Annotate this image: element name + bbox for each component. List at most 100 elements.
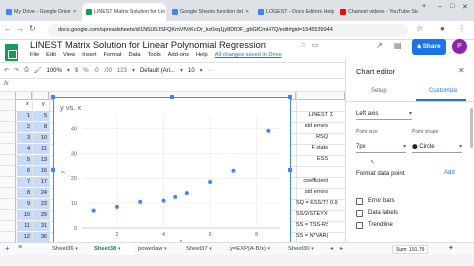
tab-customize[interactable]: Customize	[429, 88, 457, 94]
row-header[interactable]	[0, 232, 16, 242]
comments-icon[interactable]: ▤	[394, 41, 402, 50]
table-cell[interactable]: 8	[17, 188, 32, 198]
tab-setup[interactable]: Setup	[371, 88, 387, 94]
saved-status-link[interactable]: All changes saved in Drive	[215, 52, 282, 58]
row-header[interactable]	[0, 188, 16, 199]
all-sheets-icon[interactable]: ≡	[18, 244, 22, 251]
table-cell[interactable]: 8	[33, 122, 49, 132]
browser-tab-active[interactable]: LINEST Matrix Solution for Lin ✕	[82, 3, 166, 21]
table-cell[interactable]: Σ	[330, 110, 333, 121]
forward-icon[interactable]: →	[16, 24, 24, 33]
table-cell[interactable]: 1	[17, 111, 32, 121]
activity-icon[interactable]: ↗	[376, 41, 383, 50]
column-header[interactable]	[16, 92, 32, 100]
data-labels-checkbox[interactable]	[356, 210, 363, 217]
scroll-left-icon[interactable]: ◂	[330, 245, 333, 252]
undo-icon[interactable]: ↶	[4, 67, 9, 74]
resize-handle[interactable]	[51, 95, 55, 99]
percent-button[interactable]: %	[83, 68, 88, 74]
browser-tab[interactable]: LOGEST - Docs Editors Help ✕	[254, 3, 334, 21]
point-size-select[interactable]: 7px ▾	[356, 141, 406, 153]
resize-handle[interactable]	[170, 95, 174, 99]
browser-tab[interactable]: My Drive - Google Drive ✕	[2, 3, 80, 21]
table-cell[interactable]: RSQ	[296, 132, 328, 143]
back-icon[interactable]: ←	[4, 24, 12, 33]
document-title[interactable]: LINEST Matrix Solution for Linear Polyno…	[30, 40, 266, 50]
table-cell[interactable]: 4	[17, 144, 32, 154]
column-label-y[interactable]: y	[42, 101, 45, 107]
extension-icon[interactable]: ●	[440, 24, 445, 33]
table-cell[interactable]: 29	[33, 210, 49, 220]
table-cell[interactable]: 23	[33, 199, 49, 209]
table-cell[interactable]: 12	[17, 232, 32, 242]
column-header[interactable]	[296, 92, 345, 100]
maximize-icon[interactable]: □	[450, 3, 454, 10]
folder-icon[interactable]: ▭	[312, 41, 319, 49]
table-cell[interactable]: SS/2/STEYX^2	[296, 209, 328, 220]
scroll-right-icon[interactable]: ▸	[340, 245, 343, 252]
scatter-chart[interactable]: y vs. x 0102030402468yx	[51, 95, 292, 244]
row-header[interactable]	[0, 210, 16, 221]
column-label-x[interactable]: x	[26, 101, 29, 107]
table-cell[interactable]: 9	[17, 199, 32, 209]
menu-data[interactable]: Data	[128, 52, 140, 58]
table-cell[interactable]: ESS	[296, 154, 328, 165]
table-cell[interactable]: 7	[17, 177, 32, 187]
table-cell[interactable]: 31	[33, 221, 49, 231]
table-cell[interactable]: std errors	[296, 121, 328, 132]
minimize-icon[interactable]: –	[438, 3, 442, 10]
row-header[interactable]	[0, 111, 16, 122]
row-header[interactable]	[0, 221, 16, 232]
menu-addons[interactable]: Add-ons	[168, 52, 189, 58]
table-cell[interactable]: SQ = ESS/TSS	[296, 198, 328, 209]
menu-view[interactable]: View	[63, 52, 75, 58]
column-header[interactable]	[32, 92, 49, 100]
print-icon[interactable]: ⎙	[24, 67, 29, 74]
table-cell[interactable]: 10	[17, 210, 32, 220]
close-window-icon[interactable]: ✕	[462, 3, 468, 11]
row-header[interactable]	[0, 133, 16, 144]
table-cell[interactable]: F stats	[296, 143, 328, 154]
table-cell[interactable]: SS = TSS-RSS	[296, 220, 328, 231]
corner-cell[interactable]	[0, 92, 16, 100]
row-header[interactable]	[0, 100, 16, 111]
table-cell[interactable]: 3	[17, 133, 32, 143]
paint-format-icon[interactable]: 🖌︎	[34, 67, 42, 74]
table-cell[interactable]: 11	[33, 144, 49, 154]
star-icon[interactable]: ☆	[300, 41, 306, 49]
resize-handle[interactable]	[51, 168, 55, 172]
new-tab-icon[interactable]: +	[422, 3, 426, 10]
row-header[interactable]	[0, 177, 16, 188]
avatar[interactable]: P	[452, 39, 467, 54]
zoom-select[interactable]: 100%	[47, 68, 62, 74]
explore-icon[interactable]: ✦	[448, 244, 454, 252]
table-cell[interactable]: 0.9	[330, 198, 338, 209]
decrease-decimal-button[interactable]: .0	[94, 68, 99, 74]
table-cell[interactable]: 36	[33, 232, 49, 242]
sheets-logo-icon[interactable]	[5, 44, 18, 61]
row-header[interactable]	[0, 122, 16, 133]
table-cell[interactable]: 11	[17, 221, 32, 231]
table-cell[interactable]: std errors	[296, 187, 328, 198]
row-header[interactable]	[0, 166, 16, 177]
error-bars-checkbox[interactable]	[356, 198, 363, 205]
editor-scrollbar[interactable]	[470, 108, 473, 148]
resize-handle[interactable]	[288, 95, 292, 99]
menu-edit[interactable]: Edit	[46, 52, 56, 58]
table-cell[interactable]: 17	[33, 177, 49, 187]
menu-insert[interactable]: Insert	[82, 52, 96, 58]
reload-icon[interactable]: ↻	[29, 24, 36, 33]
add-sheet-icon[interactable]: +	[5, 244, 10, 253]
more-icon[interactable]: ⋯	[208, 67, 214, 74]
table-cell[interactable]: 2	[17, 122, 32, 132]
table-cell[interactable]: SS = N*VAR(y)	[296, 231, 328, 242]
share-button[interactable]: 🔒︎ Share	[412, 39, 446, 55]
table-cell[interactable]: 13	[33, 155, 49, 165]
close-icon[interactable]: ✕	[458, 66, 465, 75]
browser-tab[interactable]: Channel videos - YouTube Stu ✕	[336, 3, 418, 21]
menu-tools[interactable]: Tools	[147, 52, 160, 58]
menu-help[interactable]: Help	[196, 52, 208, 58]
sum-indicator[interactable]: Sum: 191.75	[392, 245, 429, 254]
browser-menu-icon[interactable]: ⋮	[458, 24, 466, 33]
point-shape-select[interactable]: ⬤ Circle ▾	[412, 141, 462, 153]
